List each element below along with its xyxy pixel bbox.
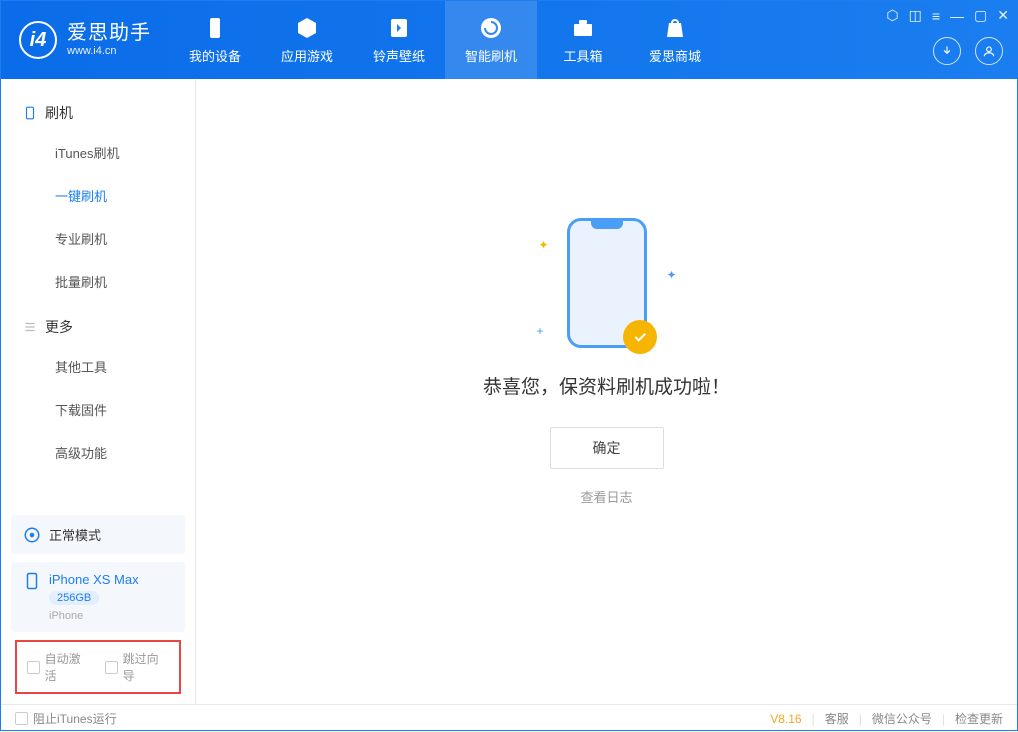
app-logo-icon: i4	[19, 21, 57, 59]
version-label: V8.16	[770, 712, 801, 726]
sidebar: 刷机 iTunes刷机 一键刷机 专业刷机 批量刷机 更多 其他工具 下载固件 …	[1, 79, 196, 704]
footer-link-support[interactable]: 客服	[825, 710, 849, 727]
device-icon	[203, 16, 227, 40]
tab-smart-flash[interactable]: 智能刷机	[445, 1, 537, 79]
sidebar-item-download-firmware[interactable]: 下载固件	[1, 388, 195, 431]
mode-card[interactable]: 正常模式	[11, 515, 185, 554]
header-actions	[933, 37, 1003, 65]
bag-icon	[663, 16, 687, 40]
phone-notch	[591, 221, 623, 229]
device-icon	[23, 572, 41, 590]
minimize-button[interactable]: —	[950, 8, 964, 24]
phone-icon	[23, 106, 37, 120]
mode-label: 正常模式	[49, 525, 101, 544]
logo-text: 爱思助手 www.i4.cn	[67, 21, 151, 58]
checkbox-skip-guide[interactable]: 跳过向导	[105, 650, 169, 684]
tab-label: 我的设备	[189, 46, 241, 65]
device-name: iPhone XS Max	[49, 572, 173, 587]
separator: |	[812, 712, 815, 726]
device-card[interactable]: iPhone XS Max 256GB iPhone	[11, 562, 185, 632]
device-info: iPhone XS Max 256GB iPhone	[49, 572, 173, 622]
tab-toolbox[interactable]: 工具箱	[537, 1, 629, 79]
sidebar-item-itunes-flash[interactable]: iTunes刷机	[1, 131, 195, 174]
device-type: iPhone	[49, 610, 173, 622]
checkbox-icon	[27, 661, 40, 674]
tab-label: 铃声壁纸	[373, 46, 425, 65]
tab-store[interactable]: 爱思商城	[629, 1, 721, 79]
footer-link-update[interactable]: 检查更新	[955, 710, 1003, 727]
checkbox-auto-activate[interactable]: 自动激活	[27, 650, 91, 684]
checkbox-icon	[105, 661, 118, 674]
tab-ringtones[interactable]: 铃声壁纸	[353, 1, 445, 79]
download-button[interactable]	[933, 37, 961, 65]
user-button[interactable]	[975, 37, 1003, 65]
tab-label: 爱思商城	[649, 46, 701, 65]
sidebar-item-oneclick-flash[interactable]: 一键刷机	[1, 174, 195, 217]
sidebar-item-advanced[interactable]: 高级功能	[1, 431, 195, 474]
separator: |	[859, 712, 862, 726]
tab-my-device[interactable]: 我的设备	[169, 1, 261, 79]
app-header: i4 爱思助手 www.i4.cn 我的设备 应用游戏 铃声壁纸 智能刷机 工具…	[1, 1, 1017, 79]
ok-button[interactable]: 确定	[550, 427, 664, 469]
shirt-icon[interactable]: ⬡	[886, 7, 898, 24]
tab-label: 智能刷机	[465, 46, 517, 65]
checkbox-label: 跳过向导	[123, 650, 169, 684]
status-bar: 阻止iTunes运行 V8.16 | 客服 | 微信公众号 | 检查更新	[1, 704, 1017, 732]
lock-icon[interactable]: ◫	[909, 7, 922, 24]
flash-options-highlight: 自动激活 跳过向导	[15, 640, 181, 694]
tab-apps-games[interactable]: 应用游戏	[261, 1, 353, 79]
view-log-link[interactable]: 查看日志	[580, 487, 632, 506]
app-title: 爱思助手	[67, 21, 151, 45]
main-tabs: 我的设备 应用游戏 铃声壁纸 智能刷机 工具箱 爱思商城	[169, 1, 721, 79]
list-icon	[23, 320, 37, 334]
footer-link-wechat[interactable]: 微信公众号	[872, 710, 932, 727]
success-illustration: ✦ ✦ +	[567, 218, 647, 348]
sidebar-item-other-tools[interactable]: 其他工具	[1, 345, 195, 388]
sparkle-icon: ✦	[666, 268, 676, 282]
mode-icon	[23, 526, 41, 544]
sidebar-group-flash: 刷机	[1, 89, 195, 131]
tab-label: 工具箱	[563, 46, 602, 65]
group-label: 刷机	[45, 103, 73, 123]
cube-icon	[295, 16, 319, 40]
sidebar-bottom: 正常模式 iPhone XS Max 256GB iPhone 自动激活 跳过向…	[1, 505, 195, 704]
checkbox-label: 自动激活	[45, 650, 91, 684]
sidebar-group-more: 更多	[1, 303, 195, 345]
separator: |	[942, 712, 945, 726]
body: 刷机 iTunes刷机 一键刷机 专业刷机 批量刷机 更多 其他工具 下载固件 …	[1, 79, 1017, 704]
device-capacity: 256GB	[49, 591, 99, 605]
checkbox-block-itunes[interactable]: 阻止iTunes运行	[15, 710, 117, 727]
checkbox-label: 阻止iTunes运行	[33, 710, 117, 727]
logo-area: i4 爱思助手 www.i4.cn	[1, 1, 169, 79]
sidebar-item-pro-flash[interactable]: 专业刷机	[1, 217, 195, 260]
sidebar-item-batch-flash[interactable]: 批量刷机	[1, 260, 195, 303]
toolbox-icon	[571, 16, 595, 40]
success-message: 恭喜您，保资料刷机成功啦！	[483, 372, 730, 399]
check-badge-icon	[623, 320, 657, 354]
tab-label: 应用游戏	[281, 46, 333, 65]
sidebar-scroll: 刷机 iTunes刷机 一键刷机 专业刷机 批量刷机 更多 其他工具 下载固件 …	[1, 79, 195, 505]
menu-icon[interactable]: ≡	[932, 8, 940, 24]
app-subtitle: www.i4.cn	[67, 45, 151, 58]
maximize-button[interactable]: ▢	[974, 7, 987, 24]
window-controls: ⬡ ◫ ≡ — ▢ ✕	[886, 7, 1009, 24]
close-button[interactable]: ✕	[997, 7, 1009, 24]
footer-right: V8.16 | 客服 | 微信公众号 | 检查更新	[770, 710, 1003, 727]
music-icon	[387, 16, 411, 40]
sparkle-icon: ✦	[539, 238, 549, 252]
sparkle-icon: +	[537, 324, 544, 338]
group-label: 更多	[45, 317, 73, 337]
checkbox-icon	[15, 712, 28, 725]
main-content: ✦ ✦ + 恭喜您，保资料刷机成功啦！ 确定 查看日志	[196, 79, 1017, 704]
refresh-icon	[479, 16, 503, 40]
